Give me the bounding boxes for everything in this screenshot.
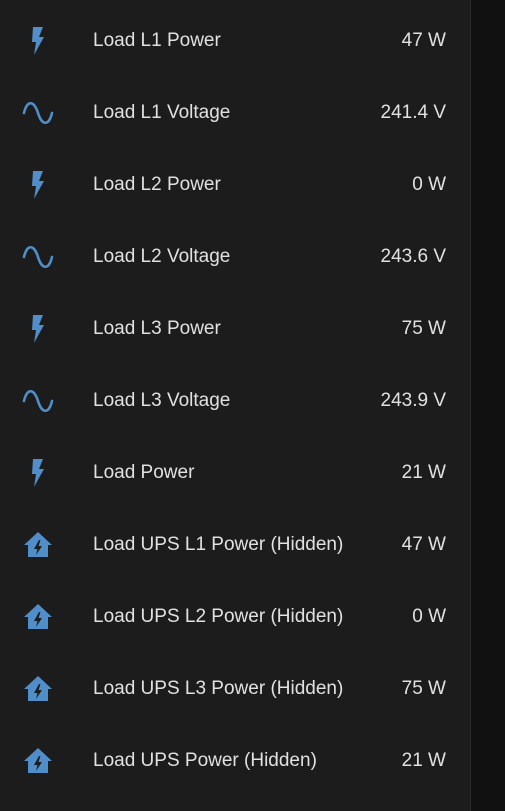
entity-row-load-l1-voltage[interactable]: Load L1 Voltage 241.4 V	[0, 75, 470, 147]
flash-icon	[22, 169, 54, 201]
entity-list: Load L1 Power 47 W Load L1 Voltage 241.4…	[0, 0, 471, 811]
home-lightning-icon	[22, 529, 54, 561]
entity-value: 241.4 V	[380, 102, 447, 123]
entity-label: Load L3 Power	[93, 318, 221, 339]
scrollbar-track[interactable]	[471, 0, 505, 811]
entity-value: 75 W	[401, 318, 446, 339]
entity-row-load-l3-power[interactable]: Load L3 Power 75 W	[0, 291, 470, 363]
entity-value: 243.9 V	[380, 390, 447, 411]
entity-value: 75 W	[401, 678, 446, 699]
entity-label: Load L2 Power	[93, 174, 221, 195]
entity-label: Load UPS L3 Power (Hidden)	[93, 678, 344, 699]
entity-row-load-ups-power[interactable]: Load UPS Power (Hidden) 21 W	[0, 723, 470, 795]
entity-row-load-l2-power[interactable]: Load L2 Power 0 W	[0, 147, 470, 219]
entity-row-load-ups-l2-power[interactable]: Load UPS L2 Power (Hidden) 0 W	[0, 579, 470, 651]
entity-row-load-l3-voltage[interactable]: Load L3 Voltage 243.9 V	[0, 363, 470, 435]
entity-row-load-ups-l3-power[interactable]: Load UPS L3 Power (Hidden) 75 W	[0, 651, 470, 723]
entity-label: Load UPS L2 Power (Hidden)	[93, 606, 344, 627]
entity-label: Load UPS Power (Hidden)	[93, 750, 317, 771]
home-lightning-icon	[22, 601, 54, 633]
entity-label: Load L3 Voltage	[93, 390, 231, 411]
entity-row-load-l2-voltage[interactable]: Load L2 Voltage 243.6 V	[0, 219, 470, 291]
flash-icon	[22, 25, 54, 57]
entity-label: Load Power	[93, 462, 195, 483]
home-lightning-icon	[22, 673, 54, 705]
entity-label: Load L1 Voltage	[93, 102, 231, 123]
sine-wave-icon	[22, 385, 54, 417]
entity-value: 47 W	[401, 534, 446, 555]
entity-row-load-power[interactable]: Load Power 21 W	[0, 435, 470, 507]
entity-label: Load L2 Voltage	[93, 246, 231, 267]
entity-label: Load UPS L1 Power (Hidden)	[93, 534, 344, 555]
entity-value: 0 W	[412, 174, 446, 195]
flash-icon	[22, 457, 54, 489]
entity-value: 0 W	[412, 606, 446, 627]
entity-row-load-l1-power[interactable]: Load L1 Power 47 W	[0, 3, 470, 75]
entity-value: 21 W	[401, 462, 446, 483]
sine-wave-icon	[22, 241, 54, 273]
entity-value: 243.6 V	[380, 246, 447, 267]
home-lightning-icon	[22, 745, 54, 777]
entity-row-load-ups-l1-power[interactable]: Load UPS L1 Power (Hidden) 47 W	[0, 507, 470, 579]
entity-value: 21 W	[401, 750, 446, 771]
entity-label: Load L1 Power	[93, 30, 221, 51]
flash-icon	[22, 313, 54, 345]
sine-wave-icon	[22, 97, 54, 129]
entity-value: 47 W	[401, 30, 446, 51]
